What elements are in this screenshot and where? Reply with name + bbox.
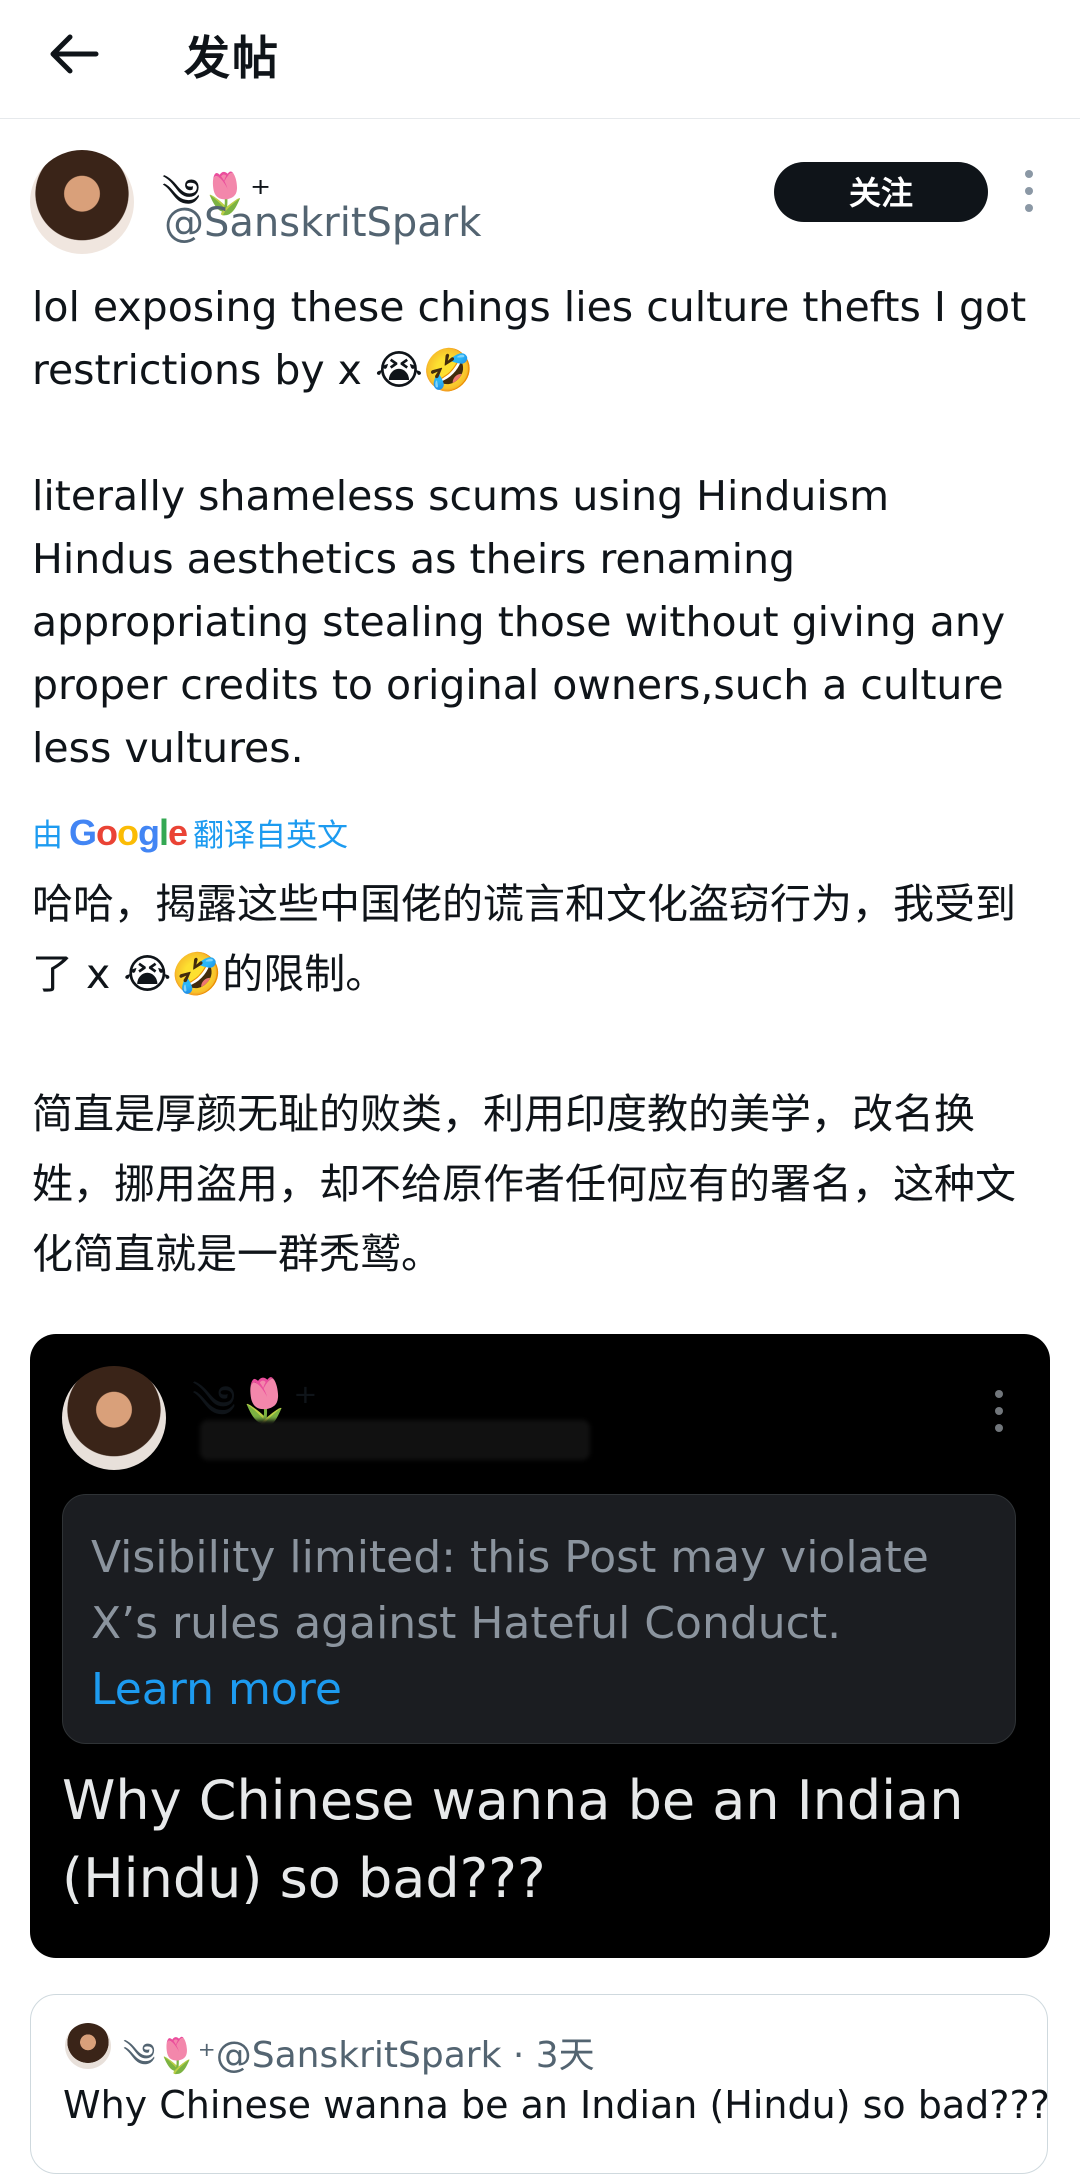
blurred-handle — [200, 1420, 590, 1460]
visibility-notice: Visibility limited: this Post may violat… — [62, 1494, 1016, 1744]
quote-timestamp: 3天 — [535, 2035, 595, 2076]
embedded-post-text: Why Chinese wanna be an Indian (Hindu) s… — [62, 1769, 964, 1910]
more-options-icon[interactable] — [1020, 170, 1038, 218]
translate-suffix: 翻译自英文 — [193, 818, 349, 854]
translation-attribution[interactable]: 由 Google 翻译自英文 — [32, 810, 1042, 855]
embedded-avatar — [62, 1366, 166, 1470]
quote-avatar — [65, 2023, 111, 2069]
follow-button[interactable]: 关注 — [774, 162, 988, 222]
google-logo: Google — [69, 811, 188, 853]
quote-display-name-emoji: ༄🌷⁺ — [123, 2036, 216, 2076]
quote-separator: · — [501, 2035, 536, 2076]
translate-prefix: 由 — [32, 818, 63, 854]
author-handle[interactable]: @SanskritSpark — [164, 200, 481, 246]
avatar[interactable] — [30, 150, 134, 254]
learn-more-link: Learn more — [91, 1664, 342, 1715]
arrow-left-icon[interactable] — [44, 24, 104, 84]
quoted-post[interactable]: ༄🌷⁺@SanskritSpark · 3天 Why Chinese wanna… — [30, 1994, 1050, 2174]
quote-handle: @SanskritSpark — [215, 2035, 502, 2076]
post-text-translated: 哈哈，揭露这些中国佬的谎言和文化盗窃行为，我受到了 x 😭🤣的限制。 简直是厚颜… — [32, 880, 1016, 1278]
quote-text: Why Chinese wanna be an Indian (Hindu) s… — [63, 2083, 1050, 2127]
page-title: 发帖 — [184, 31, 280, 85]
embedded-display-name-emoji: ༄🌷⁺ — [192, 1375, 318, 1429]
top-bar: 发帖 — [0, 0, 1080, 119]
embedded-more-icon — [990, 1390, 1008, 1438]
post-text-english: lol exposing these chings lies culture t… — [32, 283, 1027, 772]
attached-screenshot[interactable]: ༄🌷⁺ Visibility limited: this Post may vi… — [30, 1334, 1050, 1958]
post-body: lol exposing these chings lies culture t… — [32, 276, 1042, 1289]
visibility-notice-text: Visibility limited: this Post may violat… — [91, 1532, 929, 1649]
